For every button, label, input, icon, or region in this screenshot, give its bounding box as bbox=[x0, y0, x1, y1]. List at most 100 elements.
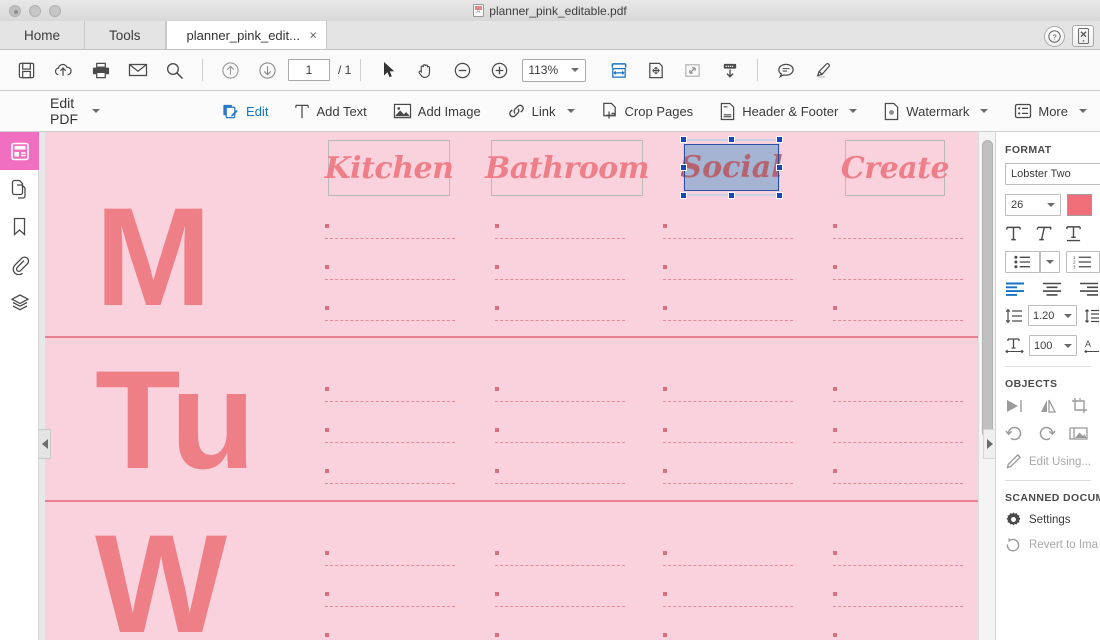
task-line[interactable] bbox=[325, 442, 455, 443]
task-bullet[interactable] bbox=[325, 633, 329, 637]
task-bullet[interactable] bbox=[495, 633, 499, 637]
page-number-input[interactable]: 1 bbox=[288, 59, 330, 81]
task-bullet[interactable] bbox=[325, 387, 329, 391]
task-bullet[interactable] bbox=[833, 592, 837, 596]
task-bullet[interactable] bbox=[833, 306, 837, 310]
italic-T-icon[interactable] bbox=[1035, 225, 1052, 242]
task-bullet[interactable] bbox=[325, 428, 329, 432]
replace-image-icon[interactable] bbox=[1069, 425, 1088, 442]
numbered-list-button[interactable]: 123 bbox=[1065, 251, 1100, 273]
document-scrollbar[interactable] bbox=[978, 132, 995, 640]
flip-horizontal-icon[interactable] bbox=[1005, 398, 1025, 414]
task-bullet[interactable] bbox=[833, 469, 837, 473]
font-family-select[interactable]: Lobster Two bbox=[1005, 163, 1100, 185]
column-header-social-selection[interactable]: Social bbox=[679, 135, 784, 200]
task-bullet[interactable] bbox=[325, 592, 329, 596]
previous-page-button[interactable] bbox=[212, 55, 249, 85]
task-line[interactable] bbox=[325, 279, 455, 280]
task-bullet[interactable] bbox=[663, 224, 667, 228]
help-button[interactable]: ? bbox=[1044, 25, 1065, 47]
close-icon[interactable]: × bbox=[309, 29, 317, 42]
task-bullet[interactable] bbox=[495, 306, 499, 310]
crop-object-icon[interactable] bbox=[1071, 397, 1089, 414]
fit-width-button[interactable] bbox=[600, 55, 637, 85]
edit-tool-link[interactable]: Link bbox=[494, 94, 588, 128]
task-bullet[interactable] bbox=[663, 633, 667, 637]
edit-tool-more[interactable]: More bbox=[1001, 94, 1100, 128]
align-right-icon[interactable] bbox=[1079, 282, 1099, 296]
font-size-select[interactable]: 26 bbox=[1005, 194, 1061, 216]
edit-tool-edit[interactable]: Edit bbox=[208, 94, 281, 128]
task-line[interactable] bbox=[833, 442, 963, 443]
edit-tool-header-footer[interactable]: Header & Footer bbox=[706, 94, 870, 128]
edit-using-row[interactable]: Edit Using... bbox=[1005, 453, 1100, 470]
task-bullet[interactable] bbox=[663, 592, 667, 596]
task-bullet[interactable] bbox=[663, 387, 667, 391]
task-bullet[interactable] bbox=[495, 265, 499, 269]
task-bullet[interactable] bbox=[325, 224, 329, 228]
task-bullet[interactable] bbox=[833, 387, 837, 391]
scanned-settings-row[interactable]: Settings bbox=[1005, 511, 1100, 528]
collapse-left-panel-button[interactable] bbox=[39, 429, 51, 459]
task-bullet[interactable] bbox=[325, 551, 329, 555]
task-line[interactable] bbox=[663, 483, 793, 484]
task-line[interactable] bbox=[495, 606, 625, 607]
task-line[interactable] bbox=[325, 320, 455, 321]
task-bullet[interactable] bbox=[325, 306, 329, 310]
task-bullet[interactable] bbox=[495, 387, 499, 391]
edit-pdf-mode-selector[interactable]: Edit PDF bbox=[50, 95, 101, 127]
task-line[interactable] bbox=[325, 238, 455, 239]
task-line[interactable] bbox=[325, 565, 455, 566]
edit-tool-watermark[interactable]: Watermark bbox=[870, 94, 1001, 128]
resize-handle-s[interactable] bbox=[728, 192, 735, 199]
flip-vertical-icon[interactable] bbox=[1038, 398, 1058, 414]
task-line[interactable] bbox=[495, 401, 625, 402]
font-color-swatch[interactable] bbox=[1067, 194, 1092, 216]
sidebar-item-layers[interactable] bbox=[0, 284, 39, 322]
task-line[interactable] bbox=[325, 483, 455, 484]
document-pane[interactable]: M Tu W Kitchen Bathroom Social Create bbox=[39, 132, 995, 640]
task-bullet[interactable] bbox=[663, 265, 667, 269]
task-bullet[interactable] bbox=[833, 265, 837, 269]
tab-document[interactable]: planner_pink_edit... × bbox=[165, 21, 328, 49]
resize-handle-w[interactable] bbox=[680, 164, 687, 171]
underline-T-icon[interactable] bbox=[1065, 225, 1082, 242]
device-view-button[interactable] bbox=[1072, 25, 1094, 47]
task-bullet[interactable] bbox=[833, 551, 837, 555]
task-line[interactable] bbox=[833, 320, 963, 321]
task-line[interactable] bbox=[663, 606, 793, 607]
save-button[interactable] bbox=[8, 55, 45, 85]
zoom-in-button[interactable] bbox=[481, 55, 518, 85]
zoom-level-select[interactable]: 113% bbox=[522, 58, 587, 82]
task-line[interactable] bbox=[833, 238, 963, 239]
sidebar-item-edit-pdf[interactable] bbox=[0, 132, 39, 170]
task-line[interactable] bbox=[495, 279, 625, 280]
comment-icon[interactable] bbox=[767, 55, 804, 85]
task-bullet[interactable] bbox=[833, 224, 837, 228]
task-line[interactable] bbox=[663, 442, 793, 443]
task-line[interactable] bbox=[833, 279, 963, 280]
align-left-icon[interactable] bbox=[1005, 282, 1025, 296]
task-line[interactable] bbox=[495, 238, 625, 239]
line-spacing-select[interactable]: 1.20 bbox=[1028, 305, 1077, 326]
resize-handle-sw[interactable] bbox=[680, 192, 687, 199]
hand-tool-button[interactable] bbox=[407, 55, 444, 85]
collapse-right-panel-button[interactable] bbox=[983, 429, 995, 459]
task-bullet[interactable] bbox=[663, 551, 667, 555]
edit-tool-add-text[interactable]: Add Text bbox=[281, 94, 379, 128]
search-icon[interactable] bbox=[156, 55, 193, 85]
task-line[interactable] bbox=[495, 483, 625, 484]
align-center-icon[interactable] bbox=[1042, 282, 1062, 296]
day-letter-wednesday[interactable]: W bbox=[95, 514, 227, 640]
task-line[interactable] bbox=[663, 565, 793, 566]
task-bullet[interactable] bbox=[495, 224, 499, 228]
task-bullet[interactable] bbox=[495, 592, 499, 596]
task-line[interactable] bbox=[325, 606, 455, 607]
pdf-page[interactable]: M Tu W Kitchen Bathroom Social Create bbox=[45, 132, 978, 640]
edit-tool-crop-pages[interactable]: Crop Pages bbox=[588, 94, 707, 128]
task-line[interactable] bbox=[833, 483, 963, 484]
task-line[interactable] bbox=[663, 279, 793, 280]
task-line[interactable] bbox=[663, 401, 793, 402]
task-line[interactable] bbox=[325, 401, 455, 402]
task-line[interactable] bbox=[833, 401, 963, 402]
